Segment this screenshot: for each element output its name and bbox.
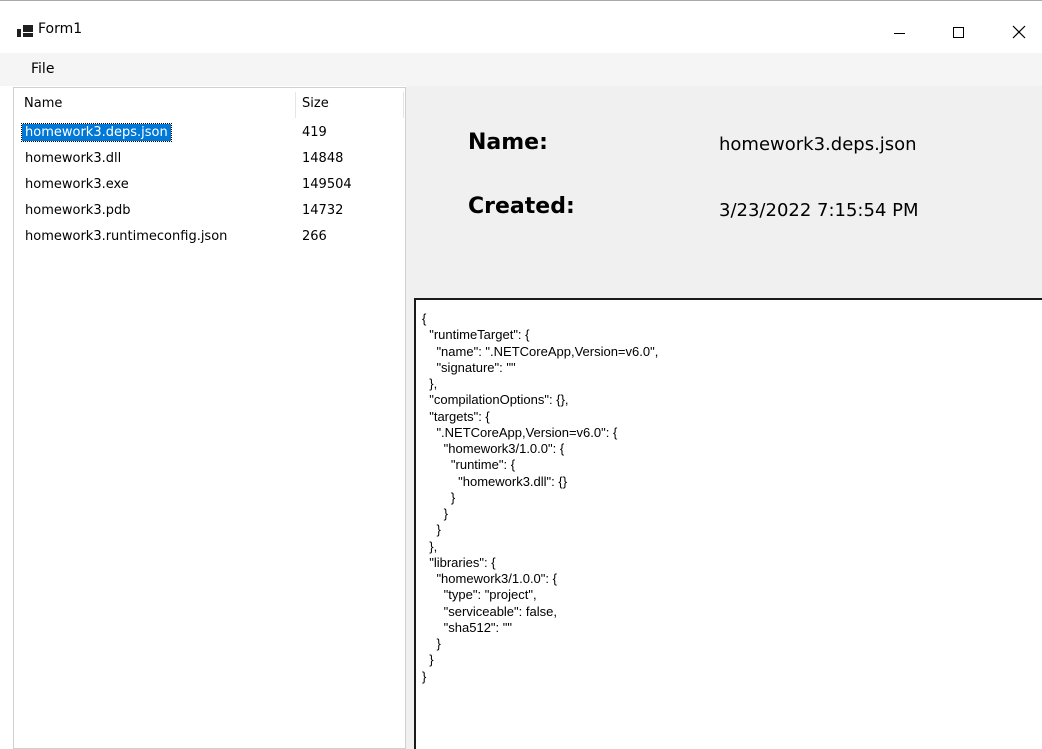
list-item-size: 14732 (302, 203, 344, 218)
created-value: 3/23/2022 7:15:54 PM (719, 200, 919, 221)
column-header-name[interactable]: Name (24, 96, 62, 111)
name-value: homework3.deps.json (719, 134, 917, 155)
close-icon (1012, 25, 1026, 39)
maximize-button[interactable] (935, 15, 981, 49)
list-item-name: homework3.dll (25, 151, 122, 166)
minimize-button[interactable] (876, 15, 922, 49)
column-divider[interactable] (295, 92, 296, 118)
column-header-size[interactable]: Size (302, 96, 329, 111)
created-label: Created: (468, 194, 575, 219)
list-item-size: 14848 (302, 151, 344, 166)
list-item[interactable]: homework3.exe 149504 (14, 173, 405, 198)
menu-bar: File (0, 53, 1042, 86)
name-label: Name: (468, 130, 548, 155)
list-item[interactable]: homework3.runtimeconfig.json 266 (14, 225, 405, 250)
list-item-name: homework3.pdb (25, 203, 131, 218)
details-panel: Name: homework3.deps.json Created: 3/23/… (411, 86, 1042, 300)
file-list[interactable]: Name Size homework3.deps.json 419 homewo… (13, 87, 406, 749)
file-content-text: { "runtimeTarget": { "name": ".NETCoreAp… (422, 311, 659, 684)
file-content-textbox[interactable]: { "runtimeTarget": { "name": ".NETCoreAp… (414, 298, 1042, 749)
list-item-name: homework3.deps.json (21, 123, 172, 142)
close-button[interactable] (996, 15, 1042, 49)
list-item[interactable]: homework3.pdb 14732 (14, 199, 405, 224)
list-item-size: 149504 (302, 177, 352, 192)
list-item-name: homework3.exe (25, 177, 129, 192)
app-icon (17, 25, 33, 37)
list-item-size: 419 (302, 125, 327, 140)
minimize-icon (893, 32, 905, 34)
list-header: Name Size (14, 88, 405, 122)
title-bar[interactable]: Form1 (0, 0, 1042, 53)
list-item[interactable]: homework3.deps.json 419 (14, 121, 405, 146)
column-divider[interactable] (403, 92, 404, 118)
list-item-size: 266 (302, 229, 327, 244)
list-item-name: homework3.runtimeconfig.json (25, 229, 228, 244)
window-title: Form1 (38, 21, 83, 37)
list-item[interactable]: homework3.dll 14848 (14, 147, 405, 172)
maximize-icon (952, 26, 964, 38)
menu-file[interactable]: File (31, 61, 54, 77)
